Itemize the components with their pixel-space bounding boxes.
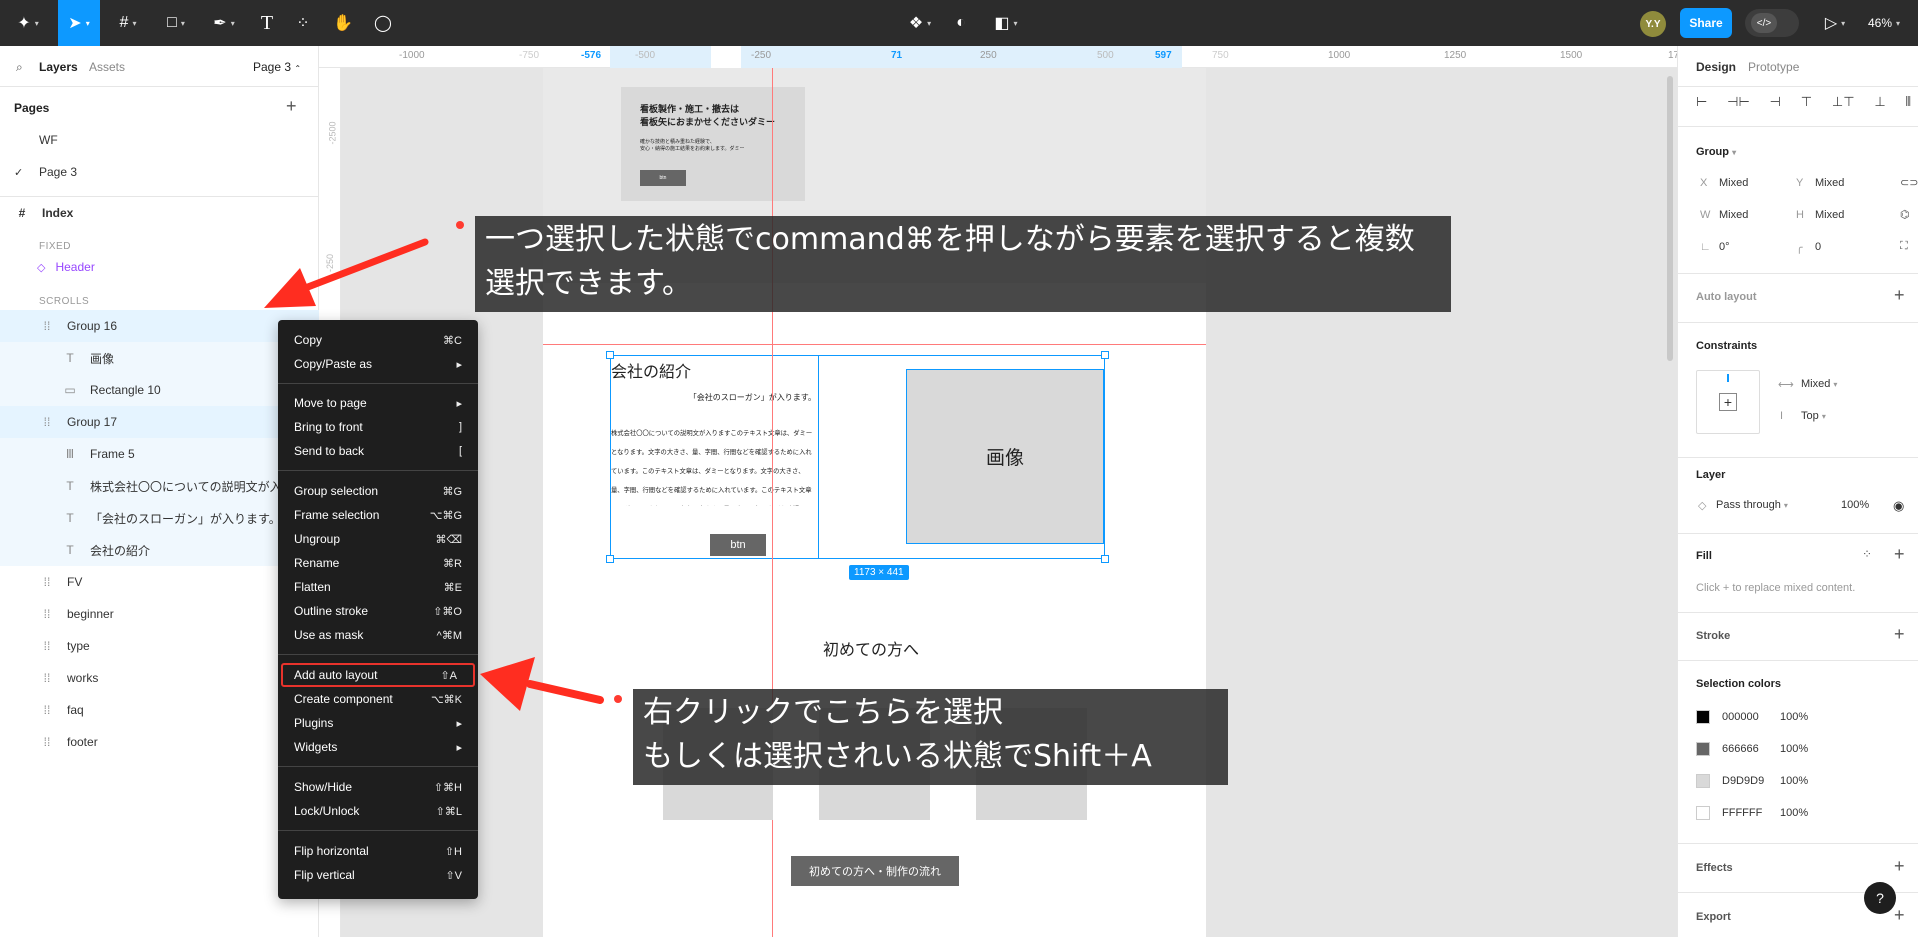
divider xyxy=(1678,457,1918,458)
horizontal-constraint-icon: ⟷ xyxy=(1778,379,1794,391)
rotation-icon: ∟ xyxy=(1700,241,1711,253)
color-swatch[interactable] xyxy=(1696,710,1710,724)
stroke-title: Stroke xyxy=(1696,630,1731,642)
y-field[interactable]: Mixed xyxy=(1815,177,1844,189)
rotation-field[interactable]: 0° xyxy=(1719,241,1730,253)
selection-colors-title: Selection colors xyxy=(1696,678,1781,690)
vertical-constraint-icon: I xyxy=(1780,410,1784,422)
opacity-field[interactable]: 100% xyxy=(1841,499,1869,511)
divider xyxy=(1678,126,1918,127)
constraint-center-icon: + xyxy=(1719,393,1737,411)
divider xyxy=(1678,843,1918,844)
add-auto-layout-icon[interactable]: + xyxy=(1894,285,1905,306)
layer-title: Layer xyxy=(1696,469,1726,481)
group-section-title[interactable]: Group ▾ xyxy=(1696,146,1736,158)
selection-color-row[interactable]: FFFFFF 100% xyxy=(1696,806,1896,820)
horizontal-constraint-select[interactable]: Mixed ▾ xyxy=(1801,378,1837,390)
export-title: Export xyxy=(1696,911,1731,923)
blend-mode-select[interactable]: Pass through ▾ xyxy=(1716,499,1788,511)
y-label: Y xyxy=(1796,177,1804,189)
align-top-icon[interactable]: ⊤ xyxy=(1801,94,1812,118)
design-panel: Design Prototype ⊢ ⊣⊢ ⊣ ⊤ ⊥⊤ ⊥ ⫴ Group ▾ X Mix… xyxy=(1677,46,1918,937)
visibility-eye-icon[interactable]: ◉ xyxy=(1893,498,1904,514)
selection-color-row[interactable]: 000000 100% xyxy=(1696,710,1896,724)
align-toolbar: ⊢ ⊣⊢ ⊣ ⊤ ⊥⊤ ⊥ ⫴ xyxy=(1696,94,1911,118)
help-button[interactable]: ? xyxy=(1864,882,1896,914)
divider xyxy=(1678,322,1918,323)
distribute-icon[interactable]: ⫴ xyxy=(1906,94,1911,118)
effects-title: Effects xyxy=(1696,862,1733,874)
vertical-constraint-select[interactable]: Top ▾ xyxy=(1801,410,1826,422)
divider xyxy=(1678,273,1918,274)
add-stroke-icon[interactable]: + xyxy=(1894,624,1905,645)
constraints-widget[interactable]: + xyxy=(1696,370,1760,434)
corner-expand-icon[interactable]: ⛶ xyxy=(1900,240,1908,253)
w-field[interactable]: Mixed xyxy=(1719,209,1748,221)
x-field[interactable]: Mixed xyxy=(1719,177,1748,189)
style-grid-icon[interactable]: ⁘ xyxy=(1862,547,1872,561)
fill-title: Fill xyxy=(1696,550,1712,562)
fill-hint: Click + to replace mixed content. xyxy=(1696,582,1856,594)
arrow-to-auto-layout xyxy=(480,657,604,711)
w-label: W xyxy=(1700,209,1711,221)
blend-icon: ◇ xyxy=(1698,500,1707,512)
align-bottom-icon[interactable]: ⊥ xyxy=(1874,94,1885,118)
independent-corners-icon[interactable]: ⌬ xyxy=(1900,208,1910,221)
align-center-icon[interactable]: ⊣⊢ xyxy=(1727,94,1750,118)
auto-layout-title: Auto layout xyxy=(1696,291,1757,303)
add-fill-icon[interactable]: + xyxy=(1894,544,1905,565)
x-label: X xyxy=(1700,177,1708,189)
add-export-icon[interactable]: + xyxy=(1894,905,1905,926)
h-field[interactable]: Mixed xyxy=(1815,209,1844,221)
constraints-title: Constraints xyxy=(1696,340,1758,352)
h-label: H xyxy=(1796,209,1804,221)
color-swatch[interactable] xyxy=(1696,742,1710,756)
radius-field[interactable]: 0 xyxy=(1815,241,1821,253)
radius-icon: ╭ xyxy=(1796,242,1803,254)
annotation-arrows xyxy=(264,238,604,711)
arrow-to-layers xyxy=(264,238,429,308)
tab-design[interactable]: Design xyxy=(1696,60,1736,74)
selection-color-row[interactable]: 666666 100% xyxy=(1696,742,1896,756)
constrain-proportions-icon[interactable]: ⊂⊃ xyxy=(1900,176,1918,189)
align-left-icon[interactable]: ⊢ xyxy=(1696,94,1707,118)
add-effect-icon[interactable]: + xyxy=(1894,856,1905,877)
align-middle-icon[interactable]: ⊥⊤ xyxy=(1832,94,1855,118)
divider xyxy=(1678,533,1918,534)
color-swatch[interactable] xyxy=(1696,806,1710,820)
divider xyxy=(1678,86,1918,87)
constraint-top-marker xyxy=(1727,374,1729,382)
tab-prototype[interactable]: Prototype xyxy=(1748,60,1799,74)
selection-color-row[interactable]: D9D9D9 100% xyxy=(1696,774,1896,788)
divider xyxy=(1678,612,1918,613)
color-swatch[interactable] xyxy=(1696,774,1710,788)
divider xyxy=(1678,660,1918,661)
align-right-icon[interactable]: ⊣ xyxy=(1770,94,1781,118)
